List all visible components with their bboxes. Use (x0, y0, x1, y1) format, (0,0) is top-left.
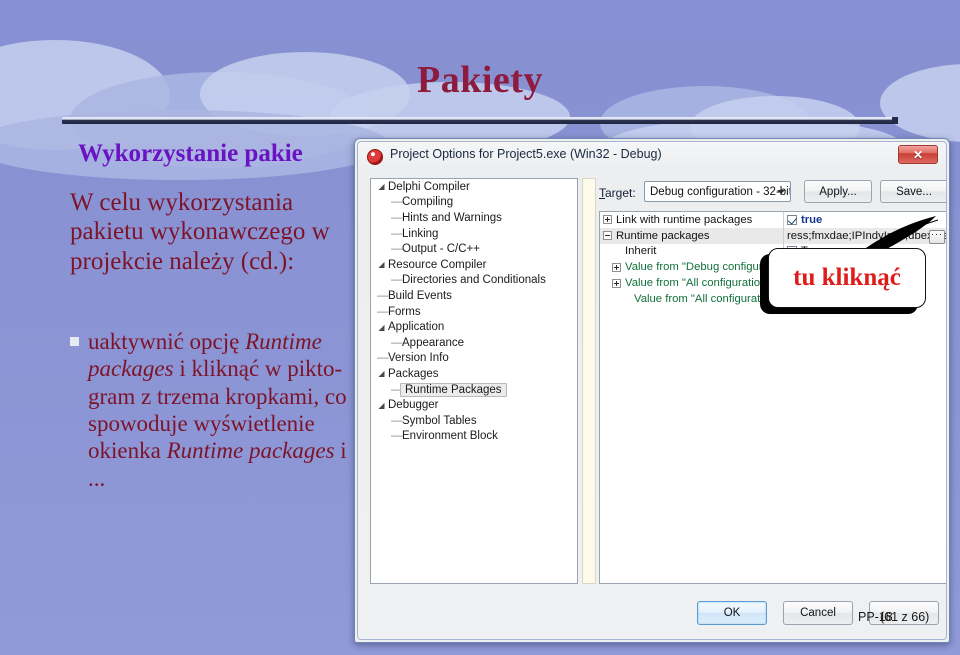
tree-leaf-connector-icon: — (391, 196, 403, 209)
tree-item-label: Build Events (388, 289, 452, 302)
tree-item-linking[interactable]: — Linking (371, 226, 577, 242)
tree-item-delphi-compiler[interactable]: ◢ Delphi Compiler (371, 179, 577, 195)
tree-item-label: Compiling (402, 196, 454, 209)
chevron-down-icon[interactable] (777, 190, 785, 194)
save-button[interactable]: Save... (880, 180, 946, 203)
callout-text: tu kliknąć (793, 264, 901, 291)
tree-item-label: Output - C/C++ (402, 243, 480, 256)
bullet-item: uaktywnić opcję Runtime packages i klikn… (70, 328, 353, 492)
target-label-rest: arget: (605, 186, 636, 200)
tree-item-output-c-c[interactable]: — Output - C/C++ (371, 241, 577, 257)
dialog-titlebar[interactable]: Project Options for Project5.exe (Win32 … (358, 142, 946, 172)
tree-leaf-connector-icon: — (377, 352, 389, 365)
property-name-cell: Runtime packages (600, 227, 784, 244)
tree-item-label: Hints and Warnings (402, 211, 502, 224)
property-name-label: Runtime packages (616, 229, 710, 242)
tree-item-forms[interactable]: — Forms (371, 304, 577, 320)
tree-item-label: Directories and Conditionals (402, 274, 546, 287)
dialog-title: Project Options for Project5.exe (Win32 … (390, 147, 662, 161)
tree-item-label: Symbol Tables (402, 414, 477, 427)
footer-page-number: (61 z 66) (880, 610, 930, 624)
tree-item-label: Runtime Packages (400, 382, 507, 397)
collapse-icon[interactable] (603, 231, 612, 241)
inherited-value-gutter (582, 178, 596, 584)
tree-item-symbol-tables[interactable]: — Symbol Tables (371, 413, 577, 429)
tree-item-label: Version Info (388, 352, 449, 365)
tree-leaf-connector-icon: — (391, 336, 403, 349)
tree-item-appearance[interactable]: — Appearance (371, 335, 577, 351)
tree-item-resource-compiler[interactable]: ◢ Resource Compiler (371, 257, 577, 273)
callout-body: tu kliknąć (768, 248, 926, 308)
tree-item-label: Debugger (388, 399, 439, 412)
tree-twisty-icon[interactable]: ◢ (377, 401, 386, 410)
tree-twisty-icon[interactable]: ◢ (377, 260, 386, 269)
tree-item-runtime-packages[interactable]: — Runtime Packages (371, 382, 577, 398)
title-divider (62, 117, 898, 124)
tree-item-label: Resource Compiler (388, 258, 487, 271)
tree-item-label: Forms (388, 305, 421, 318)
tree-item-packages[interactable]: ◢ Packages (371, 366, 577, 382)
expand-icon[interactable] (612, 262, 621, 272)
property-name-label: Inherit (625, 245, 657, 258)
tree-leaf-connector-icon: — (391, 211, 403, 224)
tree-twisty-icon[interactable]: ◢ (377, 323, 386, 332)
content-heading: Wykorzystanie pakie (78, 140, 303, 167)
cancel-button[interactable]: Cancel (783, 601, 853, 625)
property-name-cell: Link with runtime packages (600, 212, 784, 228)
tree-item-label: Packages (388, 367, 439, 380)
tree-item-version-info[interactable]: — Version Info (371, 351, 577, 367)
bullet-marker-icon (70, 337, 79, 346)
checkbox-checked-icon[interactable] (787, 214, 797, 225)
tree-item-compiling[interactable]: — Compiling (371, 195, 577, 211)
tree-item-hints-and-warnings[interactable]: — Hints and Warnings (371, 210, 577, 226)
expand-icon[interactable] (612, 278, 621, 288)
property-name-cell: Inherit (600, 243, 784, 260)
tree-twisty-icon[interactable]: ◢ (377, 182, 386, 191)
tree-leaf-connector-icon: — (391, 414, 403, 427)
tree-item-label: Appearance (402, 336, 465, 349)
close-icon[interactable]: ✕ (898, 145, 938, 164)
target-combo[interactable]: Debug configuration - 32-bit \ (644, 181, 791, 202)
target-row: Target: Debug configuration - 32-bit \ A… (599, 180, 946, 206)
apply-button[interactable]: Apply... (804, 180, 872, 203)
tree-leaf-connector-icon: — (391, 430, 403, 443)
tree-leaf-connector-icon: — (391, 274, 403, 287)
ok-button[interactable]: OK (697, 601, 767, 625)
expand-icon[interactable] (603, 215, 612, 225)
tree-leaf-connector-icon: — (391, 243, 403, 256)
property-name-cell: Value from "Debug configuration - A (600, 259, 784, 276)
tree-item-label: Linking (402, 227, 439, 240)
bullet-text-part1: uaktywnić opcję (88, 329, 246, 354)
target-combo-value: Debug configuration - 32-bit \ (650, 185, 791, 198)
bullet-emphasis-packages: packages (248, 438, 335, 464)
slide-canvas: Pakiety Wykorzystanie pakie W celu wykor… (0, 0, 960, 655)
property-name-cell: Value from "All configurations - 32-b (600, 275, 784, 291)
property-name-label: Link with runtime packages (616, 213, 753, 226)
tree-item-build-events[interactable]: — Build Events (371, 288, 577, 304)
tree-item-label: Environment Block (402, 430, 498, 443)
tree-item-debugger[interactable]: ◢ Debugger (371, 397, 577, 413)
tree-item-environment-block[interactable]: — Environment Block (371, 429, 577, 445)
tree-item-label: Delphi Compiler (388, 180, 470, 193)
property-value-label: true (801, 213, 823, 226)
tree-leaf-connector-icon: — (377, 305, 389, 318)
tree-item-application[interactable]: ◢ Application (371, 319, 577, 335)
bullet-emphasis-runtime: Runtime (166, 438, 244, 464)
target-label: Target: (599, 186, 636, 200)
tree-leaf-connector-icon: — (377, 289, 389, 302)
tree-item-directories-and-conditionals[interactable]: — Directories and Conditionals (371, 273, 577, 289)
property-name-cell: Value from "All configurations - All pl (600, 290, 784, 307)
tree-leaf-connector-icon: — (391, 383, 403, 396)
tree-twisty-icon[interactable]: ◢ (377, 369, 386, 378)
options-tree[interactable]: ◢ Delphi Compiler — Compiling — Hints and War… (370, 178, 578, 584)
tree-leaf-connector-icon: — (391, 227, 403, 240)
intro-paragraph: W celu wykorzystania pakietu wykonawczeg… (70, 189, 330, 275)
page-title: Pakiety (417, 59, 543, 101)
delphi-app-icon (367, 149, 383, 165)
annotation-callout: tu kliknąć (760, 216, 939, 320)
tree-item-label: Application (388, 321, 445, 334)
